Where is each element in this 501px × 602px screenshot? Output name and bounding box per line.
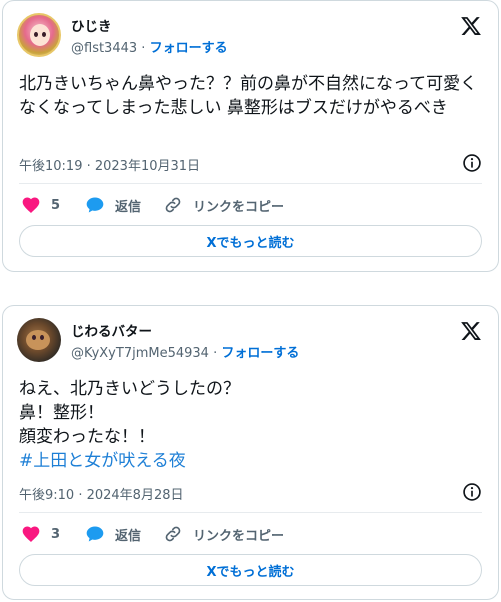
display-name[interactable]: じわるバター	[71, 320, 152, 340]
divider	[19, 183, 482, 184]
timestamp[interactable]: 午後10:19 · 2023年10月31日	[19, 155, 200, 174]
reply-button[interactable]: 返信	[85, 522, 141, 546]
user-handle[interactable]: @KyXyT7jmMe54934	[71, 346, 209, 361]
tweet-card: ひじき @flst3443 · フォローする 北乃きいちゃん鼻やった？？前の鼻が…	[2, 0, 499, 272]
heart-icon	[22, 526, 40, 542]
action-bar: 3 返信 リンクをコピー	[19, 522, 482, 546]
tweet-meta: 午後10:19 · 2023年10月31日	[19, 153, 482, 175]
avatar[interactable]	[17, 13, 61, 57]
x-logo-icon[interactable]	[460, 15, 482, 37]
avatar[interactable]	[17, 318, 61, 362]
link-icon	[165, 526, 181, 542]
read-more-button[interactable]: Xでもっと読む	[19, 554, 482, 586]
copy-link-button[interactable]: リンクをコピー	[163, 522, 284, 546]
tweet-text-container: ねえ、北乃きいどうしたの？ 鼻！整形！ 顔変わったな！！ #上田と女が吠える夜	[19, 377, 482, 473]
reply-label: 返信	[115, 199, 142, 215]
speech-bubble-icon	[86, 526, 104, 542]
tweet-text: ねえ、北乃きいどうしたの？ 鼻！整形！ 顔変わったな！！	[19, 379, 240, 447]
tweet-header: じわるバター @KyXyT7jmMe54934 · フォローする	[17, 318, 484, 362]
reply-label: 返信	[115, 528, 142, 544]
tweet-text: 北乃きいちゃん鼻やった？？前の鼻が不自然になって可愛くなくなってしまった悲しい …	[19, 74, 478, 118]
user-handle[interactable]: @flst3443	[71, 41, 137, 56]
hashtag-link[interactable]: #上田と女が吠える夜	[19, 451, 186, 471]
like-button[interactable]: 5	[21, 193, 60, 217]
divider	[19, 512, 482, 513]
like-count: 5	[51, 197, 61, 213]
copy-link-label: リンクをコピー	[193, 199, 285, 215]
action-bar: 5 返信 リンクをコピー	[19, 193, 482, 217]
tweet-card: じわるバター @KyXyT7jmMe54934 · フォローする ねえ、北乃きい…	[2, 305, 499, 600]
handle-line: @KyXyT7jmMe54934 · フォローする	[71, 342, 299, 361]
display-name[interactable]: ひじき	[71, 15, 112, 35]
info-icon[interactable]	[462, 482, 482, 502]
timestamp[interactable]: 午後9:10 · 2024年8月28日	[19, 484, 184, 503]
speech-bubble-icon	[86, 197, 104, 213]
read-more-button[interactable]: Xでもっと読む	[19, 225, 482, 257]
tweet-header: ひじき @flst3443 · フォローする	[17, 13, 484, 57]
like-count: 3	[51, 526, 61, 542]
tweet-meta: 午後9:10 · 2024年8月28日	[19, 482, 482, 504]
reply-button[interactable]: 返信	[85, 193, 141, 217]
x-logo-icon[interactable]	[460, 320, 482, 342]
copy-link-button[interactable]: リンクをコピー	[163, 193, 284, 217]
like-button[interactable]: 3	[21, 522, 60, 546]
follow-button[interactable]: フォローする	[150, 41, 228, 56]
heart-icon	[22, 197, 40, 213]
separator: ·	[208, 346, 222, 361]
handle-line: @flst3443 · フォローする	[71, 37, 228, 56]
separator: ·	[137, 41, 150, 56]
info-icon[interactable]	[462, 153, 482, 173]
copy-link-label: リンクをコピー	[193, 528, 285, 544]
link-icon	[165, 197, 181, 213]
follow-button[interactable]: フォローする	[221, 346, 299, 361]
